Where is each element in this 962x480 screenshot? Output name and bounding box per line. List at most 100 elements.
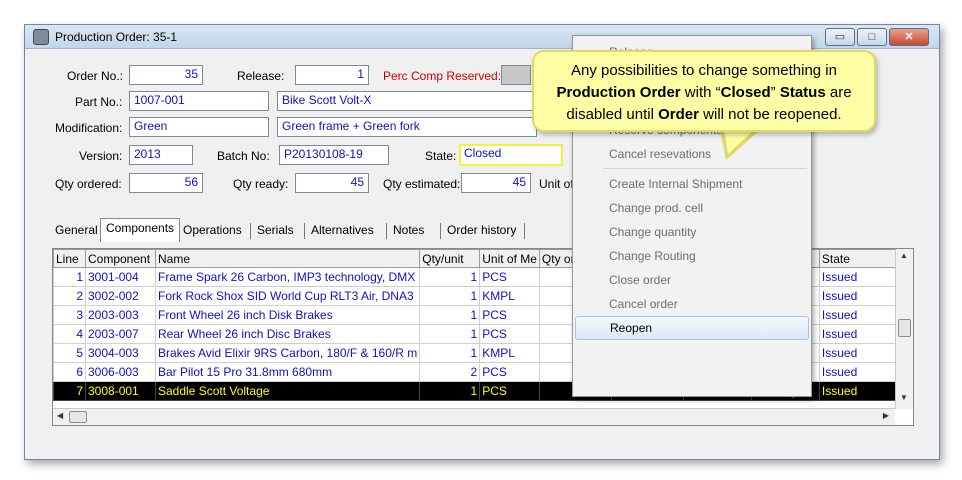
cell-state[interactable]: Issued bbox=[818, 324, 896, 344]
cell-name[interactable]: Rear Wheel 26 inch Disc Brakes bbox=[154, 324, 421, 344]
part-no-field[interactable]: 1007-001 bbox=[129, 91, 269, 111]
cell-component[interactable]: 3001-004 bbox=[85, 267, 156, 287]
callout-text: Any possibilities to change something in bbox=[571, 62, 837, 79]
col-header-name[interactable]: Name bbox=[154, 249, 421, 268]
modification-field[interactable]: Green bbox=[129, 117, 269, 137]
minimize-button[interactable]: ▭ bbox=[825, 28, 855, 46]
cell-name[interactable]: Fork Rock Shox SID World Cup RLT3 Air, D… bbox=[154, 286, 421, 306]
menu-item-cancel-order[interactable]: Cancel order bbox=[575, 292, 809, 316]
cell-name[interactable]: Bar Pilot 15 Pro 31.8mm 680mm bbox=[154, 362, 421, 382]
cell-line[interactable]: 7 bbox=[53, 381, 86, 401]
cell-name[interactable]: Brakes Avid Elixir 9RS Carbon, 180/F & 1… bbox=[154, 343, 421, 363]
tab-separator bbox=[304, 223, 305, 239]
cell-component[interactable]: 3004-003 bbox=[85, 343, 156, 363]
cell-component[interactable]: 2003-003 bbox=[85, 305, 156, 325]
grid-horizontal-scrollbar[interactable]: ◀ ▶ bbox=[53, 408, 895, 425]
cell-qty[interactable]: 1 bbox=[419, 286, 481, 306]
cell-component[interactable]: 2003-007 bbox=[85, 324, 156, 344]
version-label: Version: bbox=[79, 149, 123, 163]
part-no-label: Part No.: bbox=[75, 95, 123, 109]
scroll-up-icon[interactable]: ▲ bbox=[900, 251, 908, 260]
col-header-qty-unit[interactable]: Qty/unit bbox=[419, 249, 481, 268]
tab-serials[interactable]: Serials bbox=[252, 221, 299, 241]
cell-component[interactable]: 3002-002 bbox=[85, 286, 156, 306]
maximize-button[interactable]: □ bbox=[857, 28, 887, 46]
batch-no-field[interactable]: P20130108-19 bbox=[279, 145, 389, 165]
tab-notes[interactable]: Notes bbox=[388, 221, 429, 241]
part-name-field[interactable]: Bike Scott Volt-X bbox=[277, 91, 537, 111]
cell-state[interactable]: Issued bbox=[818, 381, 896, 401]
cell-name[interactable]: Saddle Scott Voltage bbox=[154, 381, 421, 401]
cell-state[interactable]: Issued bbox=[818, 343, 896, 363]
tab-alternatives[interactable]: Alternatives bbox=[306, 221, 379, 241]
cell-state[interactable]: Issued bbox=[818, 286, 896, 306]
tab-general[interactable]: General bbox=[50, 221, 103, 241]
col-header-component[interactable]: Component bbox=[85, 249, 156, 268]
cell-line[interactable]: 6 bbox=[53, 362, 86, 382]
tab-operations[interactable]: Operations bbox=[178, 221, 247, 241]
state-field[interactable]: Closed bbox=[459, 144, 563, 166]
callout-bold: Status bbox=[779, 84, 826, 101]
tab-order-history[interactable]: Order history bbox=[442, 221, 521, 241]
cell-unit[interactable]: KMPL bbox=[479, 343, 540, 363]
cell-qty[interactable]: 1 bbox=[419, 343, 481, 363]
menu-item-change-prod-cell[interactable]: Change prod. cell bbox=[575, 196, 809, 220]
cell-name[interactable]: Front Wheel 26 inch Disk Brakes bbox=[154, 305, 421, 325]
grid-vertical-scrollbar[interactable]: ▲ ▼ bbox=[895, 249, 913, 409]
cell-state[interactable]: Issued bbox=[818, 305, 896, 325]
vertical-scroll-thumb[interactable] bbox=[898, 319, 911, 337]
menu-item-cancel-resevations[interactable]: Cancel resevations bbox=[575, 142, 809, 166]
qty-ordered-field[interactable]: 56 bbox=[129, 173, 203, 193]
modification-label: Modification: bbox=[55, 121, 123, 135]
menu-item-create-internal-shipment[interactable]: Create Internal Shipment bbox=[575, 172, 809, 196]
qty-ready-field[interactable]: 45 bbox=[295, 173, 369, 193]
qty-estimated-field[interactable]: 45 bbox=[461, 173, 531, 193]
cell-line[interactable]: 4 bbox=[53, 324, 86, 344]
cell-qty[interactable]: 1 bbox=[419, 305, 481, 325]
scroll-left-icon[interactable]: ◀ bbox=[57, 411, 63, 420]
col-header-unit-of-measure[interactable]: Unit of Me bbox=[479, 249, 540, 268]
cell-line[interactable]: 5 bbox=[53, 343, 86, 363]
horizontal-scroll-thumb[interactable] bbox=[69, 411, 87, 423]
col-header-state[interactable]: State bbox=[818, 249, 896, 268]
menu-item-close-order[interactable]: Close order bbox=[575, 268, 809, 292]
cell-component[interactable]: 3008-001 bbox=[85, 381, 156, 401]
cell-unit[interactable]: KMPL bbox=[479, 286, 540, 306]
window-title: Production Order: 35-1 bbox=[55, 30, 178, 44]
cell-unit[interactable]: PCS bbox=[479, 324, 540, 344]
cell-line[interactable]: 1 bbox=[53, 267, 86, 287]
order-no-field[interactable]: 35 bbox=[129, 65, 203, 85]
cell-line[interactable]: 2 bbox=[53, 286, 86, 306]
qty-ordered-label: Qty ordered: bbox=[55, 177, 122, 191]
menu-item-change-quantity[interactable]: Change quantity bbox=[575, 220, 809, 244]
cell-qty[interactable]: 1 bbox=[419, 381, 481, 401]
tab-components[interactable]: Components bbox=[100, 218, 181, 242]
cell-unit[interactable]: PCS bbox=[479, 381, 540, 401]
close-button[interactable]: ✕ bbox=[889, 28, 929, 46]
cell-unit[interactable]: PCS bbox=[479, 267, 540, 287]
cell-component[interactable]: 3006-003 bbox=[85, 362, 156, 382]
cell-unit[interactable]: PCS bbox=[479, 305, 540, 325]
state-label: State: bbox=[425, 149, 457, 163]
cell-state[interactable]: Issued bbox=[818, 362, 896, 382]
app-icon bbox=[33, 29, 49, 45]
callout-note: Any possibilities to change something in… bbox=[532, 50, 876, 132]
cell-state[interactable]: Issued bbox=[818, 267, 896, 287]
modification-desc-field[interactable]: Green frame + Green fork bbox=[277, 117, 537, 137]
cell-unit[interactable]: PCS bbox=[479, 362, 540, 382]
cell-name[interactable]: Frame Spark 26 Carbon, IMP3 technology, … bbox=[154, 267, 421, 287]
version-field[interactable]: 2013 bbox=[129, 145, 193, 165]
cell-qty[interactable]: 2 bbox=[419, 362, 481, 382]
cell-qty[interactable]: 1 bbox=[419, 267, 481, 287]
scroll-down-icon[interactable]: ▼ bbox=[900, 393, 908, 402]
col-header-line[interactable]: Line bbox=[53, 249, 86, 268]
perc-comp-reserved-field bbox=[501, 65, 531, 85]
menu-item-reopen[interactable]: Reopen bbox=[575, 316, 809, 340]
release-field[interactable]: 1 bbox=[295, 65, 369, 85]
cell-qty[interactable]: 1 bbox=[419, 324, 481, 344]
cell-line[interactable]: 3 bbox=[53, 305, 86, 325]
callout-text: will not be reopened. bbox=[698, 106, 842, 123]
scroll-right-icon[interactable]: ▶ bbox=[883, 411, 889, 420]
menu-item-change-routing[interactable]: Change Routing bbox=[575, 244, 809, 268]
callout-text: disabled until bbox=[566, 106, 659, 123]
